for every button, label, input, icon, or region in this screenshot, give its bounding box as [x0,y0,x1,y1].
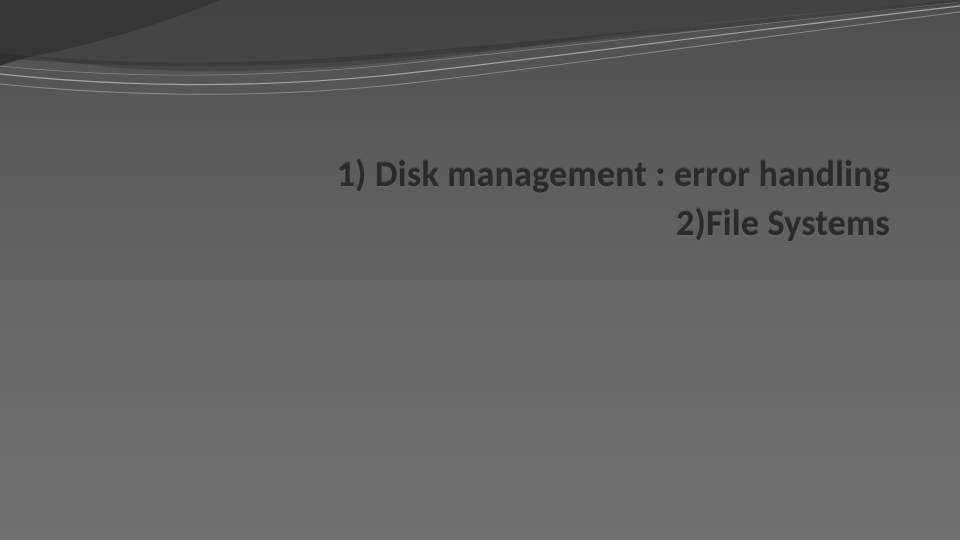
title-line-2: 2)File Systems [140,199,890,248]
slide-title-block: 1) Disk management : error handling 2)Fi… [140,150,890,247]
slide-container: 1) Disk management : error handling 2)Fi… [0,0,960,540]
title-line-1: 1) Disk management : error handling [140,150,890,199]
